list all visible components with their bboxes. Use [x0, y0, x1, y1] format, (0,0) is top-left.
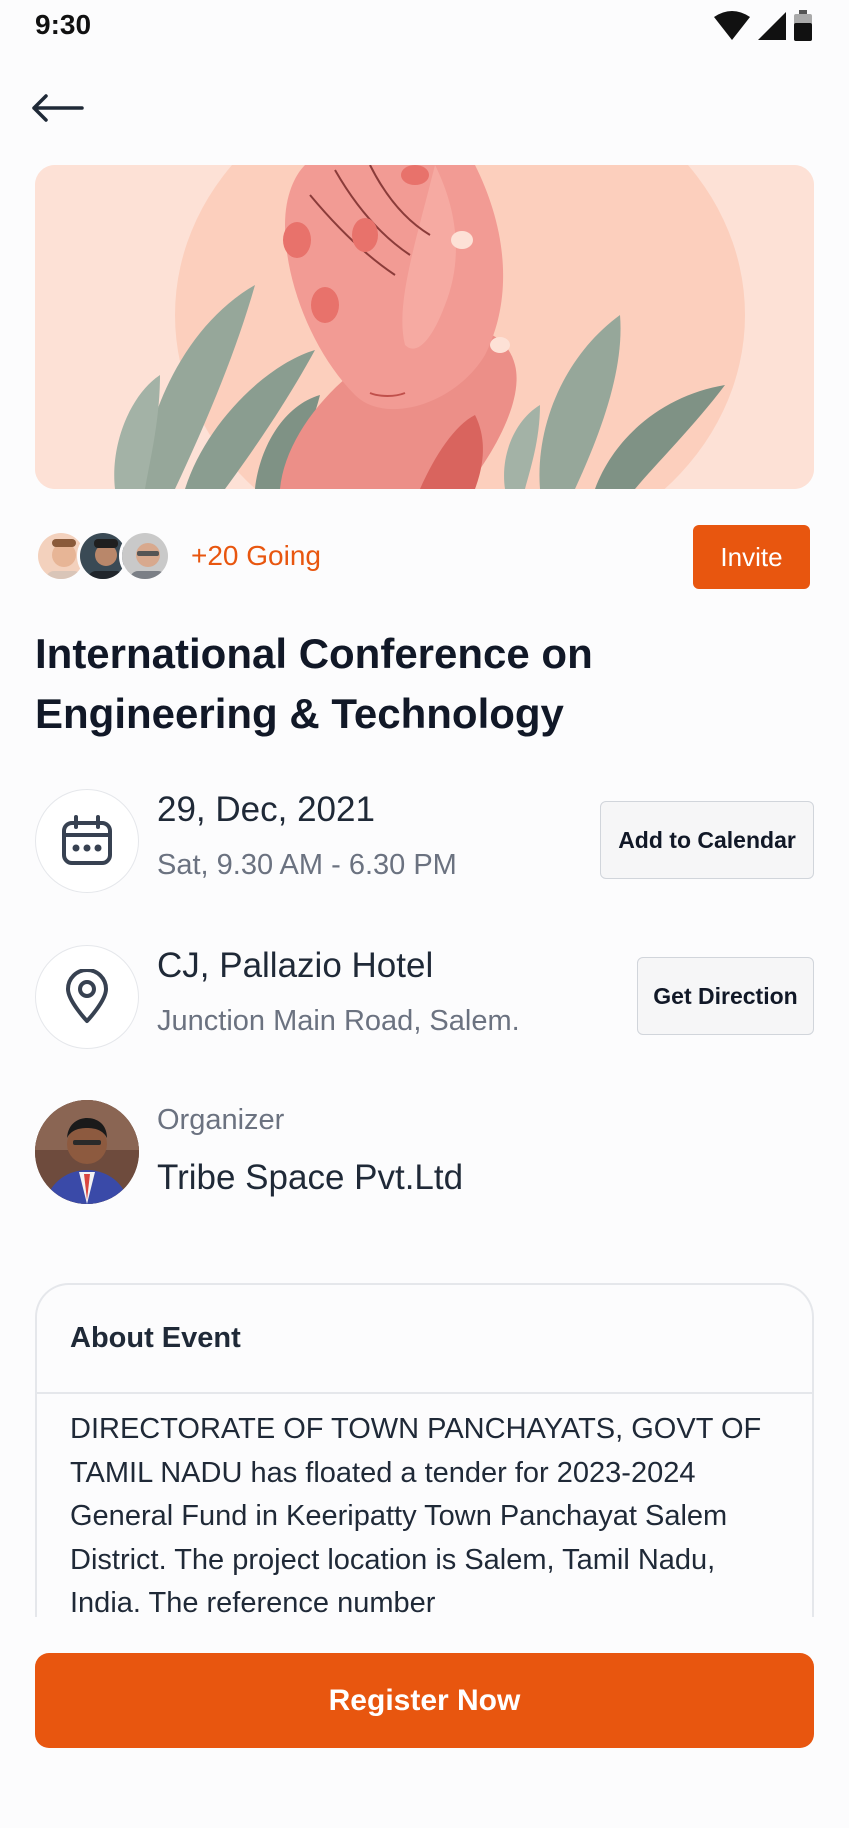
attendees-row[interactable]: +20 Going	[35, 530, 321, 582]
add-to-calendar-button[interactable]: Add to Calendar	[600, 801, 814, 879]
event-date: 29, Dec, 2021	[157, 790, 375, 829]
hands-with-leaves-illustration	[35, 165, 814, 489]
venue-name: CJ, Pallazio Hotel	[157, 946, 434, 985]
battery-icon	[794, 10, 812, 41]
event-time: Sat, 9.30 AM - 6.30 PM	[157, 849, 457, 881]
back-button[interactable]	[30, 86, 90, 130]
date-row: 29, Dec, 2021 Sat, 9.30 AM - 6.30 PM Add…	[35, 789, 814, 893]
location-icon-circle	[35, 945, 139, 1049]
invite-button[interactable]: Invite	[693, 525, 810, 589]
organizer-row[interactable]: Organizer Tribe Space Pvt.Ltd	[35, 1100, 814, 1204]
attendee-avatar	[119, 530, 171, 582]
location-pin-icon	[66, 969, 108, 1023]
status-time: 9:30	[35, 9, 92, 40]
arrow-left-icon	[32, 94, 84, 122]
event-title: International Conference on Engineering …	[35, 630, 593, 737]
organizer-name: Tribe Space Pvt.Ltd	[157, 1158, 464, 1197]
status-icons	[713, 10, 813, 42]
calendar-icon-circle	[35, 789, 139, 893]
wifi-icon	[714, 11, 750, 40]
calendar-icon	[62, 815, 112, 865]
going-count: +20 Going	[191, 540, 321, 571]
hero-image	[35, 165, 814, 489]
venue-address: Junction Main Road, Salem.	[157, 1005, 520, 1037]
signal-icon	[758, 12, 786, 40]
organizer-label: Organizer	[157, 1104, 285, 1136]
about-event-title: About Event	[37, 1285, 812, 1394]
get-direction-button[interactable]: Get Direction	[637, 957, 814, 1035]
status-bar: 9:30	[0, 0, 849, 52]
organizer-avatar	[35, 1100, 139, 1204]
event-details-screen: 9:30 +20 Going Invite International Conf…	[0, 0, 849, 1828]
register-now-button[interactable]: Register Now	[35, 1653, 814, 1748]
location-row: CJ, Pallazio Hotel Junction Main Road, S…	[35, 945, 814, 1049]
about-event-text: DIRECTORATE OF TOWN PANCHAYATS, GOVT OF …	[70, 1413, 762, 1619]
